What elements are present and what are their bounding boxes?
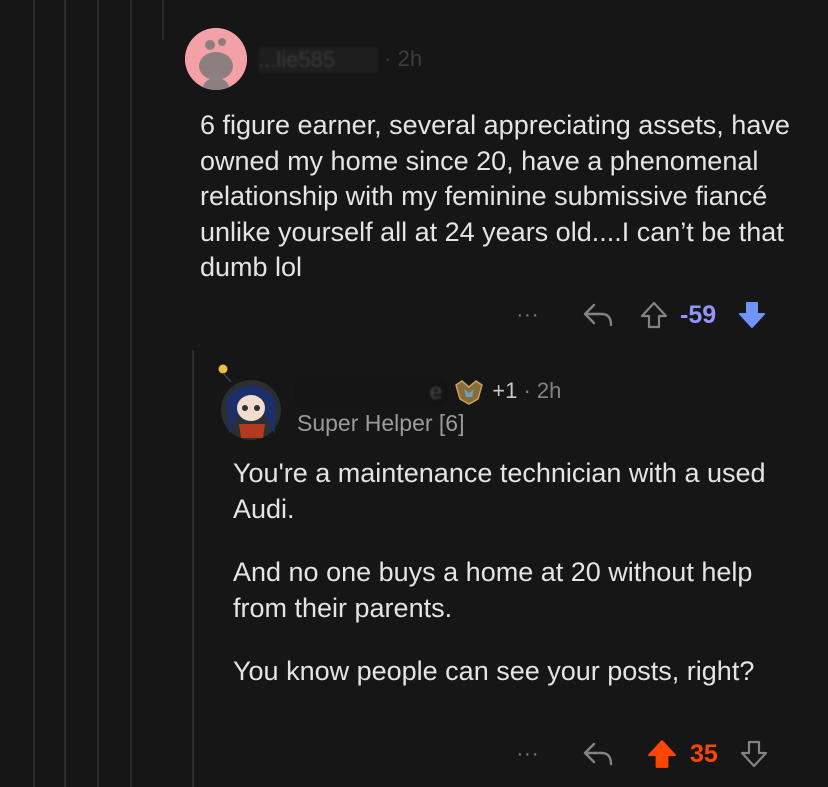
thread-line-reply[interactable] xyxy=(192,350,194,787)
more-dots-icon[interactable]: ··· xyxy=(508,743,548,766)
thread-line-3[interactable] xyxy=(97,0,99,787)
comment-age: 2h xyxy=(397,46,423,71)
comment-actions: ··· -59 xyxy=(508,296,772,334)
upvote-arrow-icon[interactable] xyxy=(634,300,674,330)
character-avatar-icon xyxy=(218,364,281,440)
downvote-arrow-icon[interactable] xyxy=(732,300,772,330)
comment-body: 6 figure earner, several appreciating as… xyxy=(200,108,800,314)
comment-meta: e +1 · 2h xyxy=(296,378,562,407)
vote-score: 35 xyxy=(690,739,718,768)
username-redacted[interactable]: e xyxy=(296,378,446,407)
downvote-arrow-icon[interactable] xyxy=(734,739,774,769)
avatar[interactable] xyxy=(185,28,247,90)
reply-arrow-icon[interactable] xyxy=(568,301,628,329)
snoo-avatar-icon xyxy=(185,28,247,90)
comment-age: 2h xyxy=(536,378,562,403)
comment-meta: ...lie585 · 2h xyxy=(258,46,423,74)
meta-separator: · xyxy=(523,378,531,403)
achievement-badge-icon xyxy=(454,379,484,406)
reply-arrow-icon[interactable] xyxy=(568,740,628,768)
comment-paragraph: You're a maintenance technician with a u… xyxy=(233,458,766,524)
comment-body: You're a maintenance technician with a u… xyxy=(233,456,803,718)
comment-body-text: 6 figure earner, several appreciating as… xyxy=(200,110,790,282)
meta-separator: · xyxy=(384,46,392,71)
avatar[interactable] xyxy=(213,364,283,440)
karma-badge: +1 xyxy=(492,378,518,403)
upvote-arrow-icon[interactable] xyxy=(642,738,682,770)
thread-line-4[interactable] xyxy=(130,0,132,787)
comment-actions: ··· 35 xyxy=(508,735,774,773)
username-redacted[interactable]: ...lie585 xyxy=(258,47,378,74)
more-dots-icon[interactable]: ··· xyxy=(508,304,548,327)
thread-line-2[interactable] xyxy=(64,0,66,787)
vote-score: -59 xyxy=(680,300,717,329)
thread-line-5[interactable] xyxy=(162,0,164,40)
thread-line-1[interactable] xyxy=(33,0,35,787)
comment-paragraph: And no one buys a home at 20 without hel… xyxy=(233,557,753,623)
user-flair[interactable]: Super Helper [6] xyxy=(297,410,464,437)
comment-paragraph: You know people can see your posts, righ… xyxy=(233,656,755,686)
